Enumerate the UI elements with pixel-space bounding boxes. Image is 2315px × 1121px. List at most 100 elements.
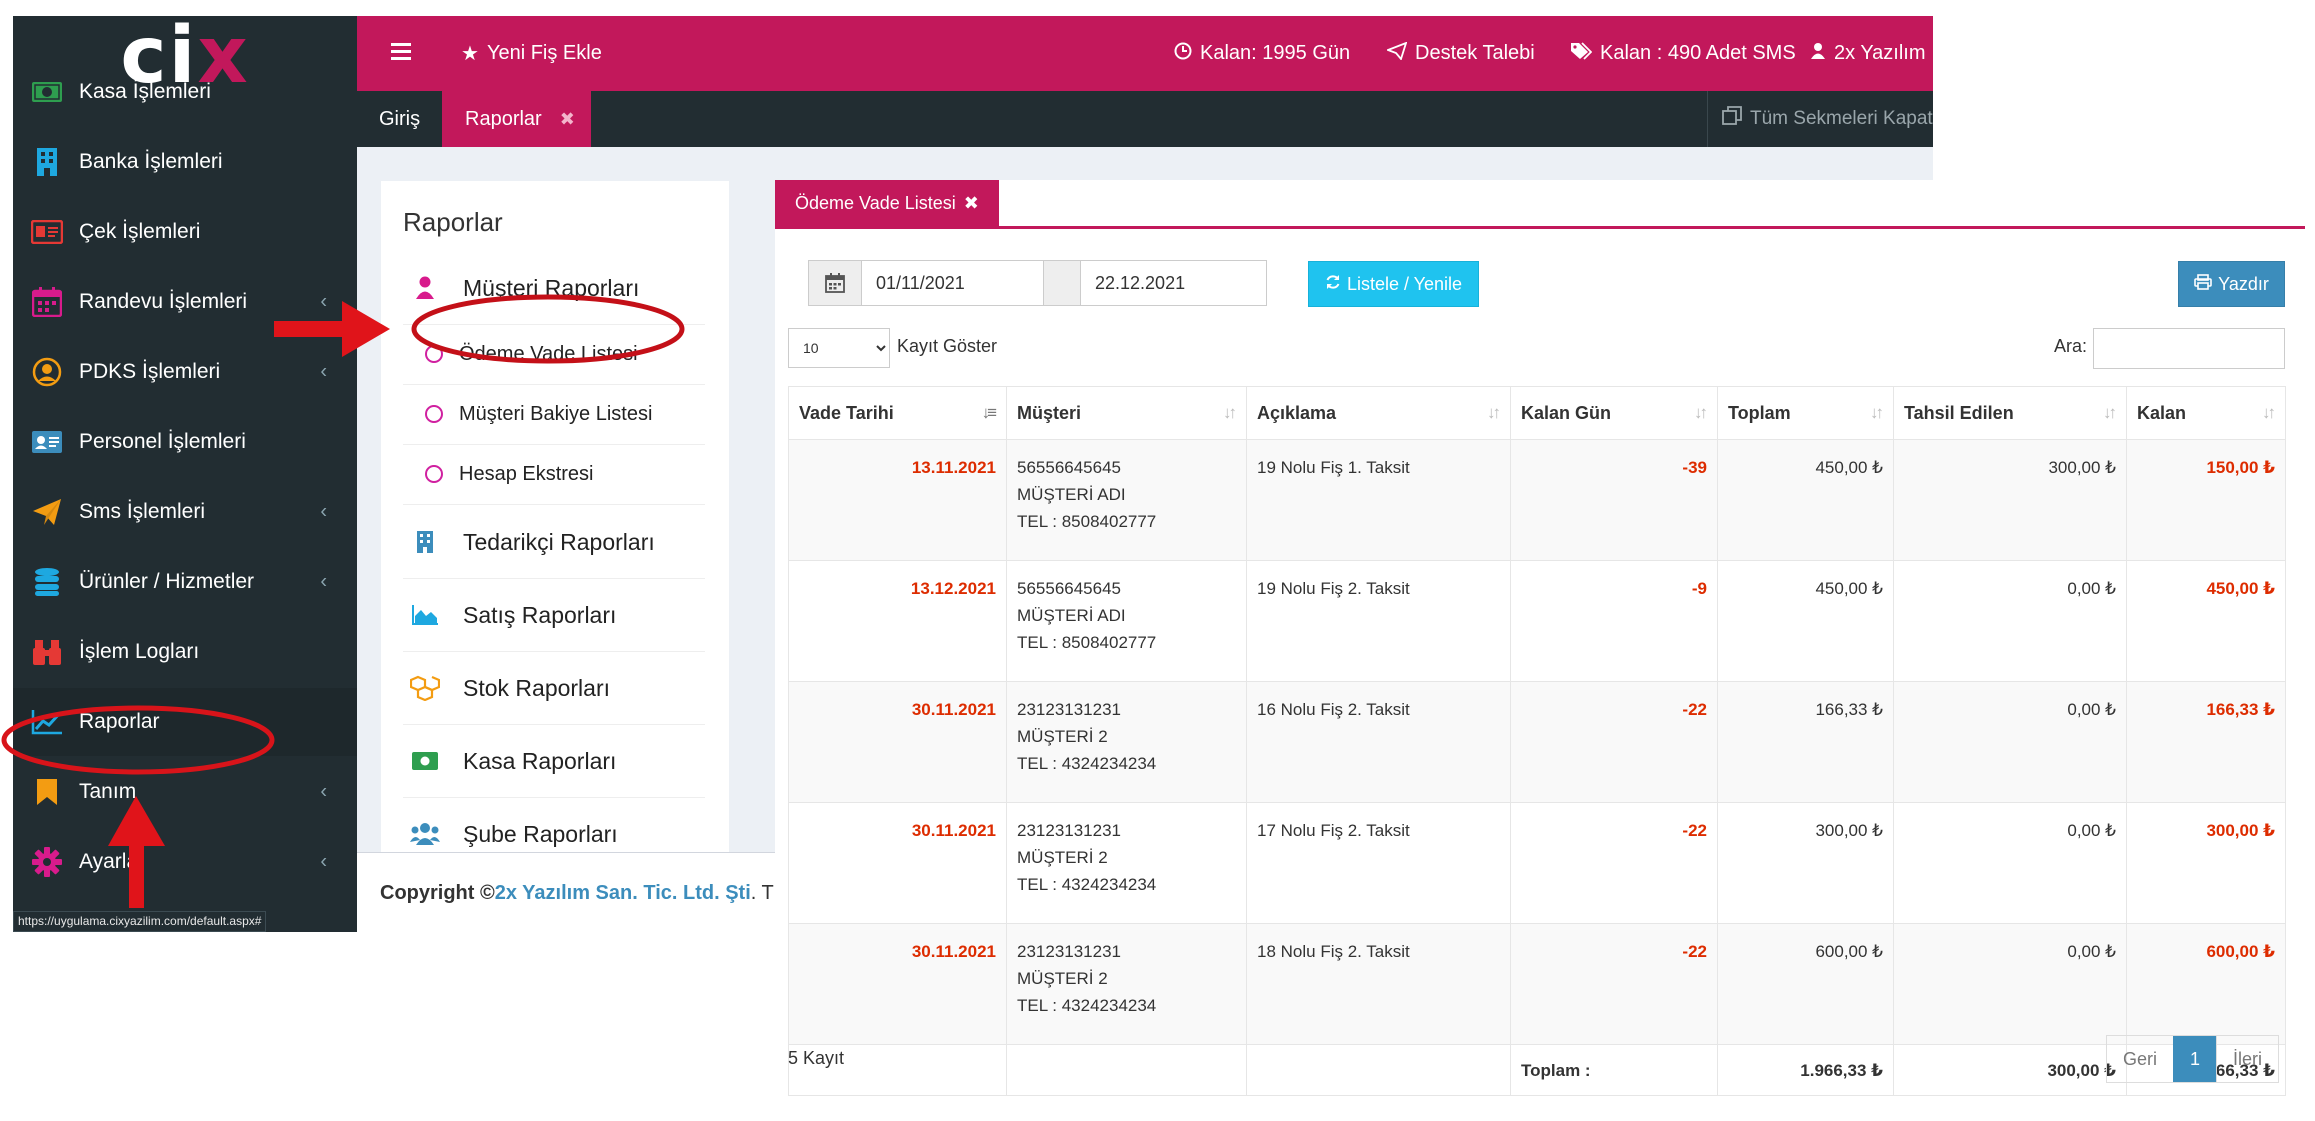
next-page-button[interactable]: İleri (2216, 1036, 2278, 1082)
database-icon (29, 564, 65, 600)
print-button[interactable]: Yazdır (2178, 261, 2285, 307)
totals-label: Toplam : (1510, 1044, 1718, 1096)
user-circle-icon (29, 354, 65, 390)
page-length-label: Kayıt Göster (897, 336, 998, 356)
customer-cell: 23123131231 MÜŞTERİ 2 TEL : 4324234234 (1006, 802, 1247, 924)
customer-no: 23123131231 (1017, 942, 1122, 961)
page-1-button[interactable]: 1 (2173, 1036, 2217, 1082)
customer-phone: TEL : 8508402777 (1017, 512, 1157, 531)
customer-name: MÜŞTERİ 2 (1017, 848, 1108, 867)
sidebar-item-tanim[interactable]: Tanım ‹ (13, 758, 357, 826)
page-length-select[interactable]: 10 (788, 328, 890, 368)
prev-page-button[interactable]: Geri (2107, 1036, 2173, 1082)
sidebar-item-label: Ürünler / Hizmetler (79, 570, 255, 593)
sidebar-item-personel[interactable]: Personel İşlemleri (13, 408, 357, 476)
tab-odeme-vade-listesi[interactable]: Ödeme Vade Listesi ✖ (775, 180, 999, 226)
sidebar-item-banka[interactable]: Banka İşlemleri (13, 128, 357, 196)
customer-cell: 23123131231 MÜŞTERİ 2 TEL : 4324234234 (1006, 923, 1247, 1045)
sidebar-item-raporlar[interactable]: Raporlar (13, 688, 357, 756)
close-icon[interactable]: ✖ (964, 193, 979, 214)
customer-no: 56556645645 (1017, 579, 1122, 598)
column-header[interactable]: Kalan ↓↑ (2126, 386, 2286, 440)
sidebar-item-ayarlar[interactable]: Ayarla ‹ (13, 828, 357, 896)
support-request-label: Destek Talebi (1415, 42, 1535, 64)
id-card-icon (29, 214, 65, 250)
supplier-reports-item[interactable]: Tedarikçi Raporları (403, 506, 705, 579)
customer-reports-item[interactable]: Müşteri Raporları (403, 252, 705, 325)
new-receipt-button[interactable]: ★ Yeni Fiş Ekle (461, 16, 602, 91)
description-cell: 19 Nolu Fiş 2. Taksit (1246, 560, 1511, 682)
circle-icon (425, 345, 443, 363)
report-label: Müşteri Bakiye Listesi (459, 402, 653, 425)
tab-giris[interactable]: Giriş (357, 91, 442, 147)
search-input[interactable] (2093, 328, 2285, 369)
hamburger-icon (391, 42, 411, 66)
sidebar-item-pdks[interactable]: PDKS İşlemleri ‹ (13, 338, 357, 406)
stock-reports-item[interactable]: Stok Raporları (403, 652, 705, 725)
report-musteri-bakiye-listesi[interactable]: Müşteri Bakiye Listesi (403, 384, 705, 445)
tags-icon (1570, 41, 1593, 66)
days-left-cell: -9 (1510, 560, 1718, 682)
tab-raporlar[interactable]: Raporlar ✖ (442, 91, 591, 147)
chevron-left-icon: ‹ (320, 850, 327, 873)
report-odeme-vade-listesi[interactable]: Ödeme Vade Listesi (403, 324, 705, 385)
report-hesap-ekstresi[interactable]: Hesap Ekstresi (403, 444, 705, 505)
date-from-input[interactable] (862, 261, 1044, 305)
sales-reports-item[interactable]: Satış Raporları (403, 579, 705, 652)
paper-plane-icon (29, 494, 65, 530)
column-label: Toplam (1728, 402, 1791, 423)
sms-balance-link[interactable]: Kalan : 490 Adet SMS (1570, 16, 1796, 91)
company-link[interactable]: 2x Yazılım San. Tic. Ltd. Şti (495, 882, 751, 905)
star-icon: ★ (461, 43, 479, 65)
customer-no: 56556645645 (1017, 458, 1122, 477)
cash-reports-item[interactable]: Kasa Raporları (403, 725, 705, 798)
table-row[interactable]: 13.11.2021 56556645645 MÜŞTERİ ADI TEL : 8… (788, 439, 2286, 561)
menu-toggle-button[interactable] (391, 16, 411, 91)
line-chart-icon (29, 704, 65, 740)
sidebar-item-sms[interactable]: Sms İşlemleri ‹ (13, 478, 357, 546)
description-cell: 16 Nolu Fiş 2. Taksit (1246, 681, 1511, 803)
close-icon[interactable]: ✖ (560, 109, 575, 130)
column-header[interactable]: Açıklama ↓↑ (1246, 386, 1511, 440)
table-row[interactable]: 13.12.2021 56556645645 MÜŞTERİ ADI TEL : 8… (788, 560, 2286, 682)
remaining-cell: 166,33 ₺ (2126, 681, 2286, 803)
description-cell: 18 Nolu Fiş 2. Taksit (1246, 923, 1511, 1045)
sort-icon: ↓↑ (1223, 403, 1237, 422)
table-row[interactable]: 30.11.2021 23123131231 MÜŞTERİ 2 TEL : 432… (788, 923, 2286, 1045)
empty-cell (1246, 1044, 1511, 1096)
column-header[interactable]: Tahsil Edilen ↓↑ (1893, 386, 2127, 440)
customer-no: 23123131231 (1017, 821, 1122, 840)
branch-reports-label: Şube Raporları (463, 820, 618, 847)
totals-row: Toplam : 1.966,33 ₺ 300,00 ₺ 1.666,33 ₺ (788, 1044, 2286, 1096)
calendar-icon[interactable] (809, 261, 862, 305)
sidebar-item-cek[interactable]: Çek İşlemleri (13, 198, 357, 266)
list-refresh-button[interactable]: Listele / Yenile (1308, 261, 1479, 307)
total-cell: 300,00 ₺ (1717, 802, 1894, 924)
column-header[interactable]: Toplam ↓↑ (1717, 386, 1894, 440)
column-header[interactable]: Müşteri ↓↑ (1006, 386, 1247, 440)
collected-cell: 0,00 ₺ (1893, 681, 2127, 803)
sidebar-item-randevu[interactable]: Randevu İşlemleri ‹ (13, 268, 357, 336)
table-row[interactable]: 30.11.2021 23123131231 MÜŞTERİ 2 TEL : 432… (788, 681, 2286, 803)
user-menu[interactable]: 2x Yazılım (1810, 16, 1926, 91)
column-header[interactable]: Kalan Gün ↓↑ (1510, 386, 1718, 440)
sidebar-item-islem-loglari[interactable]: İşlem Logları (13, 618, 357, 686)
sidebar-item-label: Çek İşlemleri (79, 220, 201, 243)
customer-phone: TEL : 4324234234 (1017, 875, 1157, 894)
date-to-input[interactable] (1081, 261, 1266, 305)
days-left-cell: -22 (1510, 681, 1718, 803)
support-request-link[interactable]: Destek Talebi (1385, 16, 1535, 91)
table-row[interactable]: 30.11.2021 23123131231 MÜŞTERİ 2 TEL : 432… (788, 802, 2286, 924)
sidebar-item-kasa[interactable]: Kasa İşlemleri (13, 58, 357, 126)
collected-cell: 300,00 ₺ (1893, 439, 2127, 561)
close-all-tabs-button[interactable]: Tüm Sekmeleri Kapat (1707, 91, 1933, 147)
sidebar-item-urunler[interactable]: Ürünler / Hizmetler ‹ (13, 548, 357, 616)
remaining-days-link[interactable]: Kalan: 1995 Gün (1174, 16, 1350, 91)
total-collected: 300,00 ₺ (1893, 1044, 2127, 1096)
total-cell: 166,33 ₺ (1717, 681, 1894, 803)
column-header[interactable]: Vade Tarihi ↓≡ (788, 386, 1007, 440)
topbar: ★ Yeni Fiş Ekle Kalan: 1995 Gün Destek T… (357, 16, 1933, 91)
tab-label: Ödeme Vade Listesi (795, 192, 956, 213)
description-cell: 17 Nolu Fiş 2. Taksit (1246, 802, 1511, 924)
sort-icon: ↓↑ (1694, 403, 1708, 422)
